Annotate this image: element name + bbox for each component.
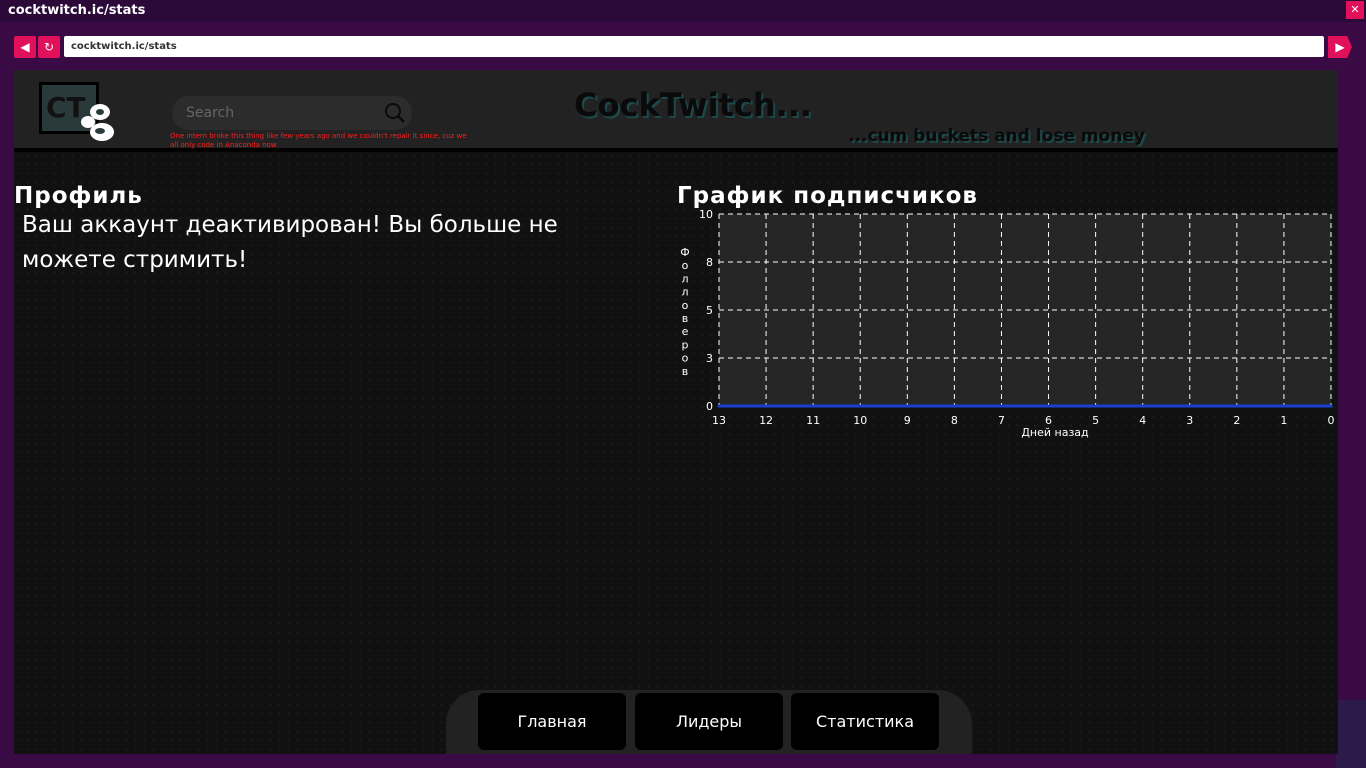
chart-point bbox=[952, 404, 956, 408]
bottom-nav: Главная Лидеры Статистика bbox=[446, 690, 972, 754]
chart-x-tick-label: 3 bbox=[1186, 414, 1193, 427]
chart-point bbox=[1094, 404, 1098, 408]
search-input[interactable] bbox=[186, 102, 376, 124]
site-tagline: ...cum buckets and lose money bbox=[848, 126, 1145, 146]
chart-x-tick-label: 4 bbox=[1139, 414, 1146, 427]
reload-button[interactable]: ↻ bbox=[38, 36, 60, 58]
chart-point bbox=[1141, 404, 1145, 408]
chart-x-tick-label: 8 bbox=[951, 414, 958, 427]
profile-heading: Профиль bbox=[14, 183, 143, 209]
profile-message: Ваш аккаунт деактивирован! Вы больше не … bbox=[22, 212, 558, 273]
nav-tab-statistics[interactable]: Статистика bbox=[791, 693, 939, 750]
window-titlebar: cocktwitch.ic/stats ✕ bbox=[0, 0, 1366, 22]
chart-y-axis-label-char: е bbox=[682, 325, 689, 338]
chart-y-axis-label-char: в bbox=[682, 312, 688, 325]
chart-point bbox=[1047, 404, 1051, 408]
droplets-icon bbox=[81, 104, 114, 141]
chart-x-tick-label: 11 bbox=[806, 414, 820, 427]
go-icon: ▶ bbox=[1335, 40, 1345, 54]
page-viewport: CT One intern broke this thing like few … bbox=[14, 70, 1338, 754]
chart-x-tick-label: 1 bbox=[1280, 414, 1287, 427]
chart-point bbox=[999, 404, 1003, 408]
chart-x-tick-label: 9 bbox=[904, 414, 911, 427]
chart-y-axis-label-char: л bbox=[681, 286, 688, 299]
chart-x-tick-label: 13 bbox=[712, 414, 726, 427]
chart-y-tick-label: 5 bbox=[706, 304, 713, 317]
search-box[interactable] bbox=[172, 96, 412, 130]
window-title: cocktwitch.ic/stats bbox=[8, 3, 146, 18]
chart-y-tick-label: 0 bbox=[706, 400, 713, 413]
chart-point bbox=[764, 404, 768, 408]
nav-tab-home[interactable]: Главная bbox=[478, 693, 626, 750]
chart-y-tick-label: 3 bbox=[706, 352, 713, 365]
chart-point bbox=[717, 404, 721, 408]
chart-point bbox=[858, 404, 862, 408]
chart-point bbox=[1235, 404, 1239, 408]
chart-y-tick-label: 8 bbox=[706, 256, 713, 269]
chart-y-axis-label-char: о bbox=[682, 299, 689, 312]
chart-point bbox=[1282, 404, 1286, 408]
chart-y-tick-label: 10 bbox=[699, 208, 713, 221]
chart-y-axis-label-char: р bbox=[682, 338, 689, 351]
followers-chart: 13 12 11 10 9 8 7 6 5 4 3 2 1 0035810Дней назадФоллов… bbox=[680, 208, 1335, 439]
site-header: CT One intern broke this thing like few … bbox=[14, 70, 1338, 152]
chart-y-axis-label-char: о bbox=[682, 259, 689, 272]
chart-point bbox=[1329, 404, 1333, 408]
chart-x-tick-label: 10 bbox=[853, 414, 867, 427]
browser-navbar: ◀ ↻ cocktwitch.ic/stats ▶ bbox=[10, 34, 1356, 60]
back-button[interactable]: ◀ bbox=[14, 36, 36, 58]
chart-point bbox=[905, 404, 909, 408]
chart-y-axis-label-char: о bbox=[682, 352, 689, 365]
background-corner bbox=[1336, 700, 1366, 768]
site-title: CockTwitch... bbox=[574, 86, 813, 124]
intern-note: One intern broke this thing like few yea… bbox=[170, 132, 467, 149]
chart-y-axis-label-char: л bbox=[681, 272, 688, 285]
chart-x-tick-label: 0 bbox=[1328, 414, 1335, 427]
nav-tab-leaders[interactable]: Лидеры bbox=[635, 693, 783, 750]
chart-point bbox=[811, 404, 815, 408]
chart-x-tick-label: 2 bbox=[1233, 414, 1240, 427]
url-input[interactable]: cocktwitch.ic/stats bbox=[64, 36, 1324, 57]
search-icon[interactable] bbox=[384, 102, 406, 124]
chart-y-axis-label-char: Ф bbox=[680, 246, 689, 259]
chart-y-axis-label-char: в bbox=[682, 365, 688, 378]
chart-point bbox=[1188, 404, 1192, 408]
chart-x-tick-label: 7 bbox=[998, 414, 1005, 427]
close-button[interactable]: ✕ bbox=[1346, 1, 1364, 19]
back-icon: ◀ bbox=[20, 40, 30, 54]
chart-x-axis-label: Дней назад bbox=[1021, 426, 1089, 439]
reload-icon: ↻ bbox=[43, 40, 55, 54]
go-button[interactable]: ▶ bbox=[1328, 36, 1352, 58]
chart-x-tick-label: 5 bbox=[1092, 414, 1099, 427]
chart-x-tick-label: 12 bbox=[759, 414, 773, 427]
